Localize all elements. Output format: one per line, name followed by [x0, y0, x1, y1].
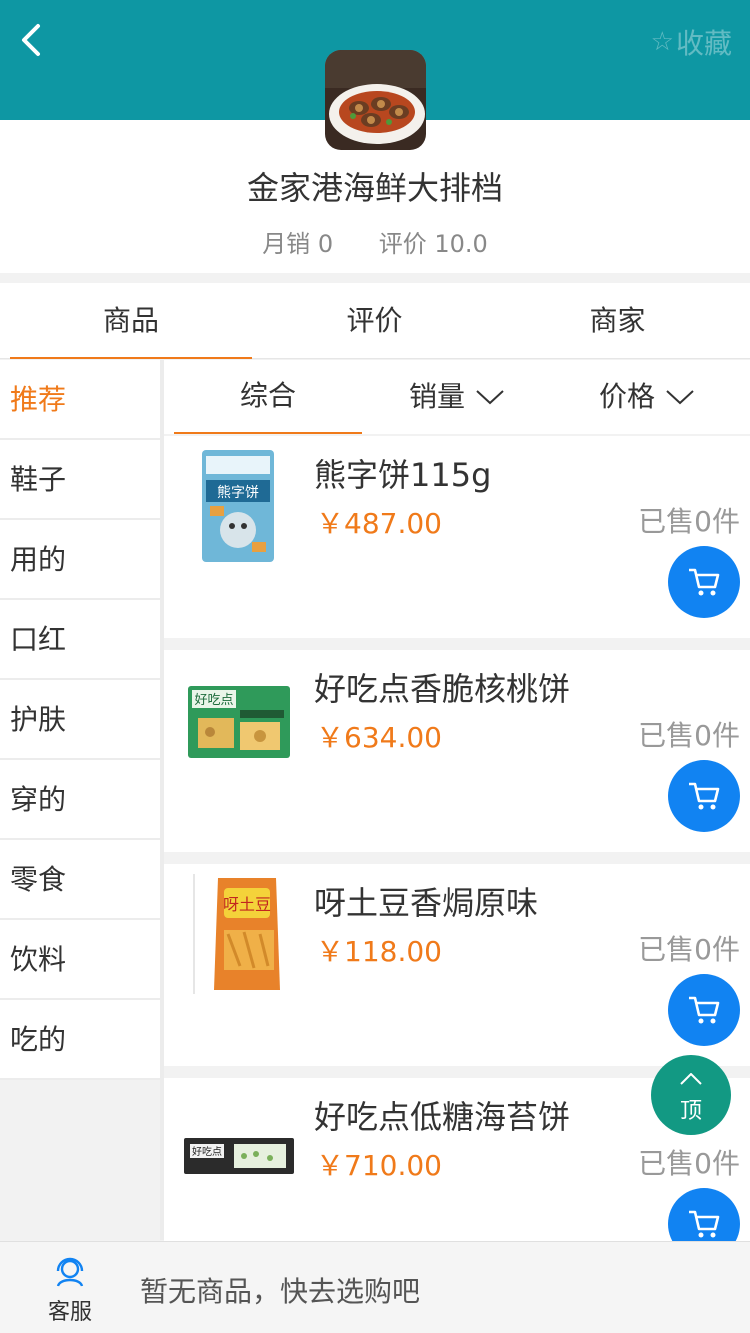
- cart-icon: [689, 1210, 720, 1238]
- shop-logo: [325, 50, 426, 150]
- category-item-shoes[interactable]: 鞋子: [0, 440, 160, 520]
- shop-name: 金家港海鲜大排档: [246, 169, 503, 207]
- product-image: 好吃点: [184, 660, 294, 780]
- sort-sales[interactable]: 销量: [362, 360, 552, 434]
- svg-text:呀土豆: 呀土豆: [223, 895, 271, 914]
- headset-icon: [56, 1257, 84, 1287]
- product-image: 好吃点: [184, 1088, 294, 1208]
- category-item-recommended[interactable]: 推荐: [0, 360, 160, 440]
- shop-stats: 月销 0 评价 10.0: [0, 224, 750, 259]
- tab-products[interactable]: 商品: [10, 283, 252, 359]
- cart-icon: [689, 996, 720, 1024]
- product-name: 呀土豆香焗原味: [314, 884, 539, 922]
- category-item-lipstick[interactable]: 口红: [0, 600, 160, 680]
- main-tabs: 商品 评价 商家: [0, 283, 750, 359]
- add-to-cart-button[interactable]: [668, 546, 740, 618]
- category-item-skincare[interactable]: 护肤: [0, 680, 160, 760]
- category-item-supplies[interactable]: 用的: [0, 520, 160, 600]
- star-icon: ☆: [650, 27, 674, 57]
- svg-text:好吃点: 好吃点: [194, 692, 233, 708]
- tab-merchant[interactable]: 商家: [496, 283, 739, 359]
- chevron-left-icon: [22, 24, 40, 56]
- customer-service-button[interactable]: 客服: [40, 1256, 100, 1326]
- product-image: 呀土豆: [184, 874, 294, 994]
- product-price: ￥118.00: [316, 935, 442, 968]
- chevron-down-icon: [666, 390, 694, 405]
- product-sold-count: 已售0件: [638, 933, 740, 966]
- back-button[interactable]: [14, 18, 54, 62]
- sort-price[interactable]: 价格: [552, 360, 742, 434]
- sort-overall-label: 综合: [239, 379, 296, 412]
- chevron-down-icon: [476, 390, 504, 405]
- product-name: 好吃点低糖海苔饼: [314, 1098, 571, 1136]
- product-card[interactable]: 熊字饼 熊字饼115g ￥487.00 已售0件: [164, 436, 750, 638]
- product-card[interactable]: 好吃点 好吃点香脆核桃饼 ￥634.00 已售0件: [164, 650, 750, 852]
- app-root: ☆ 收藏 金家港海鲜大排档 月销 0 评价 10.0 商品 评价 商家 推荐 鞋…: [0, 0, 750, 1333]
- favorite-button[interactable]: ☆ 收藏: [651, 22, 732, 62]
- monthly-sales: 月销 0: [262, 230, 334, 258]
- svg-text:好吃点: 好吃点: [192, 1145, 222, 1158]
- product-sold-count: 已售0件: [638, 1147, 740, 1180]
- category-sidebar: 推荐 鞋子 用的 口红 护肤 穿的 零食 饮料 吃的: [0, 360, 160, 1080]
- cart-icon: [689, 782, 720, 810]
- product-image: 熊字饼: [184, 446, 294, 566]
- tab-reviews[interactable]: 评价: [253, 283, 496, 359]
- category-item-food[interactable]: 吃的: [0, 1000, 160, 1080]
- back-to-top-label: 顶: [679, 1099, 702, 1124]
- category-item-snacks[interactable]: 零食: [0, 840, 160, 920]
- product-price: ￥487.00: [316, 507, 442, 540]
- bottom-bar: 客服 暂无商品，快去选购吧: [0, 1241, 750, 1333]
- product-sold-count: 已售0件: [638, 719, 740, 752]
- product-name: 好吃点香脆核桃饼: [314, 670, 571, 708]
- add-to-cart-button[interactable]: [668, 974, 740, 1046]
- cart-empty-text: 暂无商品，快去选购吧: [140, 1275, 421, 1308]
- product-price: ￥710.00: [316, 1149, 442, 1182]
- sort-overall[interactable]: 综合: [174, 360, 362, 434]
- sort-sales-label: 销量: [408, 380, 465, 413]
- svg-text:熊字饼: 熊字饼: [217, 485, 259, 501]
- chevron-up-icon: [680, 1073, 702, 1085]
- sort-bar: 综合 销量 价格: [164, 360, 750, 434]
- product-sold-count: 已售0件: [638, 505, 740, 538]
- shop-rating: 评价 10.0: [378, 230, 488, 258]
- product-list: 熊字饼 熊字饼115g ￥487.00 已售0件 好吃点 好吃点香脆核桃饼 ￥6…: [164, 436, 750, 1292]
- category-item-drinks[interactable]: 饮料: [0, 920, 160, 1000]
- back-to-top-button[interactable]: 顶: [651, 1055, 731, 1135]
- product-price: ￥634.00: [316, 721, 442, 754]
- customer-service-label: 客服: [47, 1300, 92, 1325]
- category-item-clothing[interactable]: 穿的: [0, 760, 160, 840]
- product-card[interactable]: 呀土豆 呀土豆香焗原味 ￥118.00 已售0件: [164, 864, 750, 1066]
- add-to-cart-button[interactable]: [668, 760, 740, 832]
- favorite-label: 收藏: [675, 27, 732, 60]
- cart-icon: [689, 568, 720, 596]
- sort-price-label: 价格: [598, 380, 655, 413]
- product-name: 熊字饼115g: [314, 456, 492, 494]
